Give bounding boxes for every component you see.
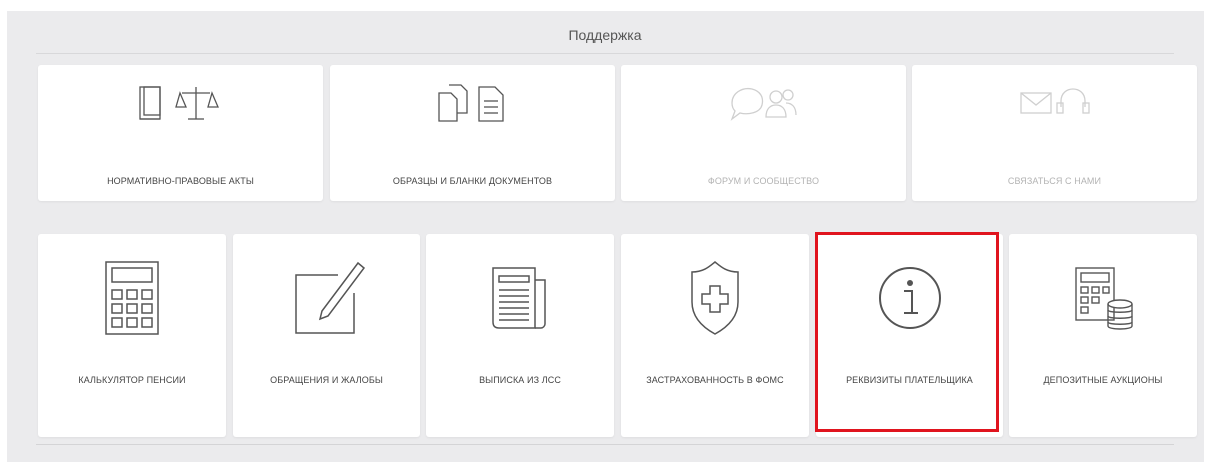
tile-normative-acts[interactable]: НОРМАТИВНО-ПРАВОВЫЕ АКТЫ (38, 65, 323, 201)
edit-note-icon (233, 249, 420, 347)
tile-label: СВЯЗАТЬСЯ С НАМИ (1007, 176, 1102, 186)
divider (36, 444, 1174, 445)
tile-deposit-auctions[interactable]: ДЕПОЗИТНЫЕ АУКЦИОНЫ (1009, 234, 1197, 437)
tile-label: ВЫПИСКА ИЗ ЛСС (479, 375, 561, 385)
tile-label: КАЛЬКУЛЯТОР ПЕНСИИ (78, 375, 186, 385)
tile-label: ОБРАЩЕНИЯ И ЖАЛОБЫ (270, 375, 383, 385)
newspaper-icon (426, 249, 614, 347)
calculator-coins-icon (1009, 249, 1197, 347)
tile-label: НОРМАТИВНО-ПРАВОВЫЕ АКТЫ (107, 176, 254, 186)
info-icon (816, 249, 1003, 347)
tile-contact[interactable]: СВЯЗАТЬСЯ С НАМИ (912, 65, 1197, 201)
tile-appeals[interactable]: ОБРАЩЕНИЯ И ЖАЛОБЫ (233, 234, 420, 437)
tile-payer-details[interactable]: РЕКВИЗИТЫ ПЛАТЕЛЬЩИКА (816, 234, 1003, 437)
forum-icon (621, 79, 906, 129)
tile-label: ОБРАЗЦЫ И БЛАНКИ ДОКУМЕНТОВ (392, 176, 553, 186)
tile-label: ДЕПОЗИТНЫЕ АУКЦИОНЫ (1043, 375, 1163, 385)
tile-foms-insurance[interactable]: ЗАСТРАХОВАННОСТЬ В ФОМС (621, 234, 809, 437)
tile-label: РЕКВИЗИТЫ ПЛАТЕЛЬЩИКА (846, 375, 973, 385)
tile-forum[interactable]: ФОРУМ И СООБЩЕСТВО (621, 65, 906, 201)
tile-label: ЗАСТРАХОВАННОСТЬ В ФОМС (646, 375, 784, 385)
tile-label: ФОРУМ И СООБЩЕСТВО (707, 176, 820, 186)
calculator-icon (38, 249, 226, 347)
tile-document-samples[interactable]: ОБРАЗЦЫ И БЛАНКИ ДОКУМЕНТОВ (330, 65, 615, 201)
medical-shield-icon (621, 249, 809, 347)
book-scales-icon (38, 79, 323, 129)
tile-pension-calculator[interactable]: КАЛЬКУЛЯТОР ПЕНСИИ (38, 234, 226, 437)
tile-lss-statement[interactable]: ВЫПИСКА ИЗ ЛСС (426, 234, 614, 437)
contact-icon (912, 79, 1197, 129)
documents-icon (330, 79, 615, 129)
section-title: Поддержка (36, 14, 1174, 54)
